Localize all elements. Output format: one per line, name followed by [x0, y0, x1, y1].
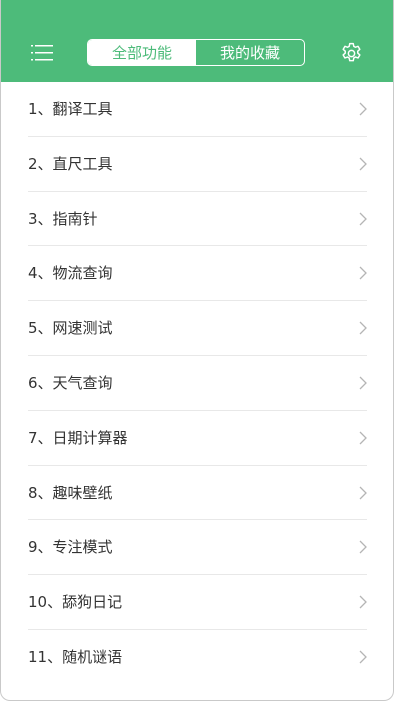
- list-item-label: 10、舔狗日记: [28, 593, 123, 612]
- chevron-right-icon: [359, 102, 367, 116]
- list-item[interactable]: 5、网速测试: [1, 301, 393, 356]
- tab-my-favorites[interactable]: 我的收藏: [196, 40, 304, 65]
- chevron-right-icon: [359, 650, 367, 664]
- list-item[interactable]: 6、天气查询: [1, 356, 393, 411]
- chevron-right-icon: [359, 595, 367, 609]
- tab-switcher: 全部功能 我的收藏: [87, 39, 305, 66]
- chevron-right-icon: [359, 431, 367, 445]
- list-item-label: 5、网速测试: [28, 319, 113, 338]
- list-item[interactable]: 7、日期计算器: [1, 411, 393, 466]
- list-item-label: 6、天气查询: [28, 373, 113, 392]
- chevron-right-icon: [359, 157, 367, 171]
- feature-list: 1、翻译工具 2、直尺工具 3、指南针 4、物流查询 5、网速测试 6、天气查询…: [1, 82, 393, 685]
- gear-icon: [342, 42, 361, 62]
- settings-button[interactable]: [339, 41, 364, 66]
- top-bar: 全部功能 我的收藏: [1, 0, 393, 82]
- list-item-label: 2、直尺工具: [28, 154, 113, 173]
- chevron-right-icon: [359, 540, 367, 554]
- chevron-right-icon: [359, 486, 367, 500]
- chevron-right-icon: [359, 266, 367, 280]
- app-frame: 全部功能 我的收藏 1、翻译工具 2、直尺工具 3、指南针 4、物流查询 5、网…: [0, 0, 394, 701]
- chevron-right-icon: [359, 376, 367, 390]
- list-item[interactable]: 9、专注模式: [1, 520, 393, 576]
- list-item-label: 7、日期计算器: [28, 428, 128, 447]
- list-item[interactable]: 1、翻译工具: [1, 82, 393, 137]
- menu-button[interactable]: [31, 44, 55, 62]
- list-item-label: 9、专注模式: [28, 538, 113, 557]
- list-item[interactable]: 10、舔狗日记: [1, 575, 393, 630]
- list-item-label: 8、趣味壁纸: [28, 483, 113, 502]
- chevron-right-icon: [359, 212, 367, 226]
- list-item[interactable]: 3、指南针: [1, 192, 393, 247]
- list-item[interactable]: 11、随机谜语: [1, 630, 393, 685]
- tab-all-features[interactable]: 全部功能: [88, 40, 196, 65]
- list-item-label: 11、随机谜语: [28, 647, 123, 666]
- list-item[interactable]: 8、趣味壁纸: [1, 466, 393, 521]
- chevron-right-icon: [359, 321, 367, 335]
- list-item-label: 1、翻译工具: [28, 100, 113, 118]
- list-item[interactable]: 2、直尺工具: [1, 137, 393, 192]
- hamburger-menu-icon: [31, 45, 53, 61]
- list-item-label: 4、物流查询: [28, 264, 113, 283]
- list-item-label: 3、指南针: [28, 209, 98, 228]
- list-item[interactable]: 4、物流查询: [1, 246, 393, 302]
